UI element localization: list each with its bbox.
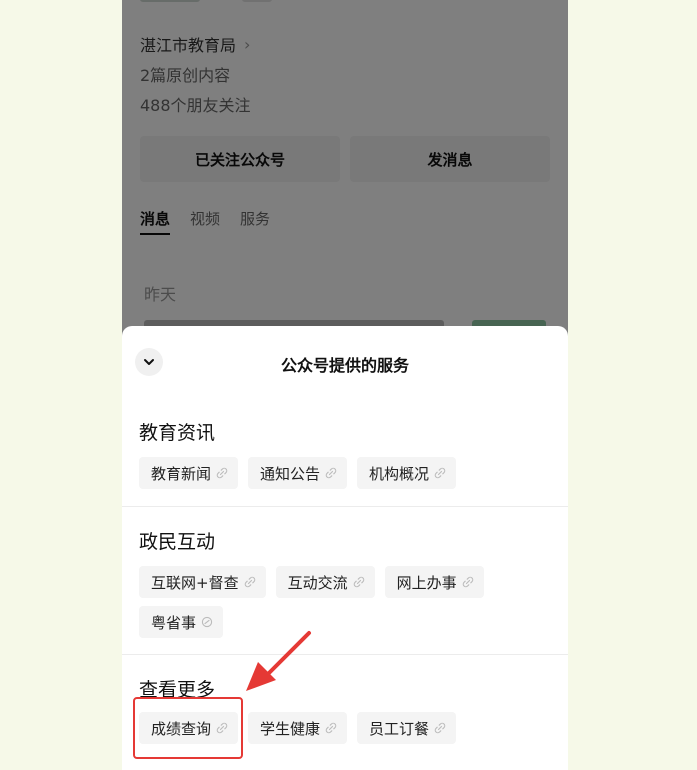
annotation-arrow: [246, 631, 311, 691]
